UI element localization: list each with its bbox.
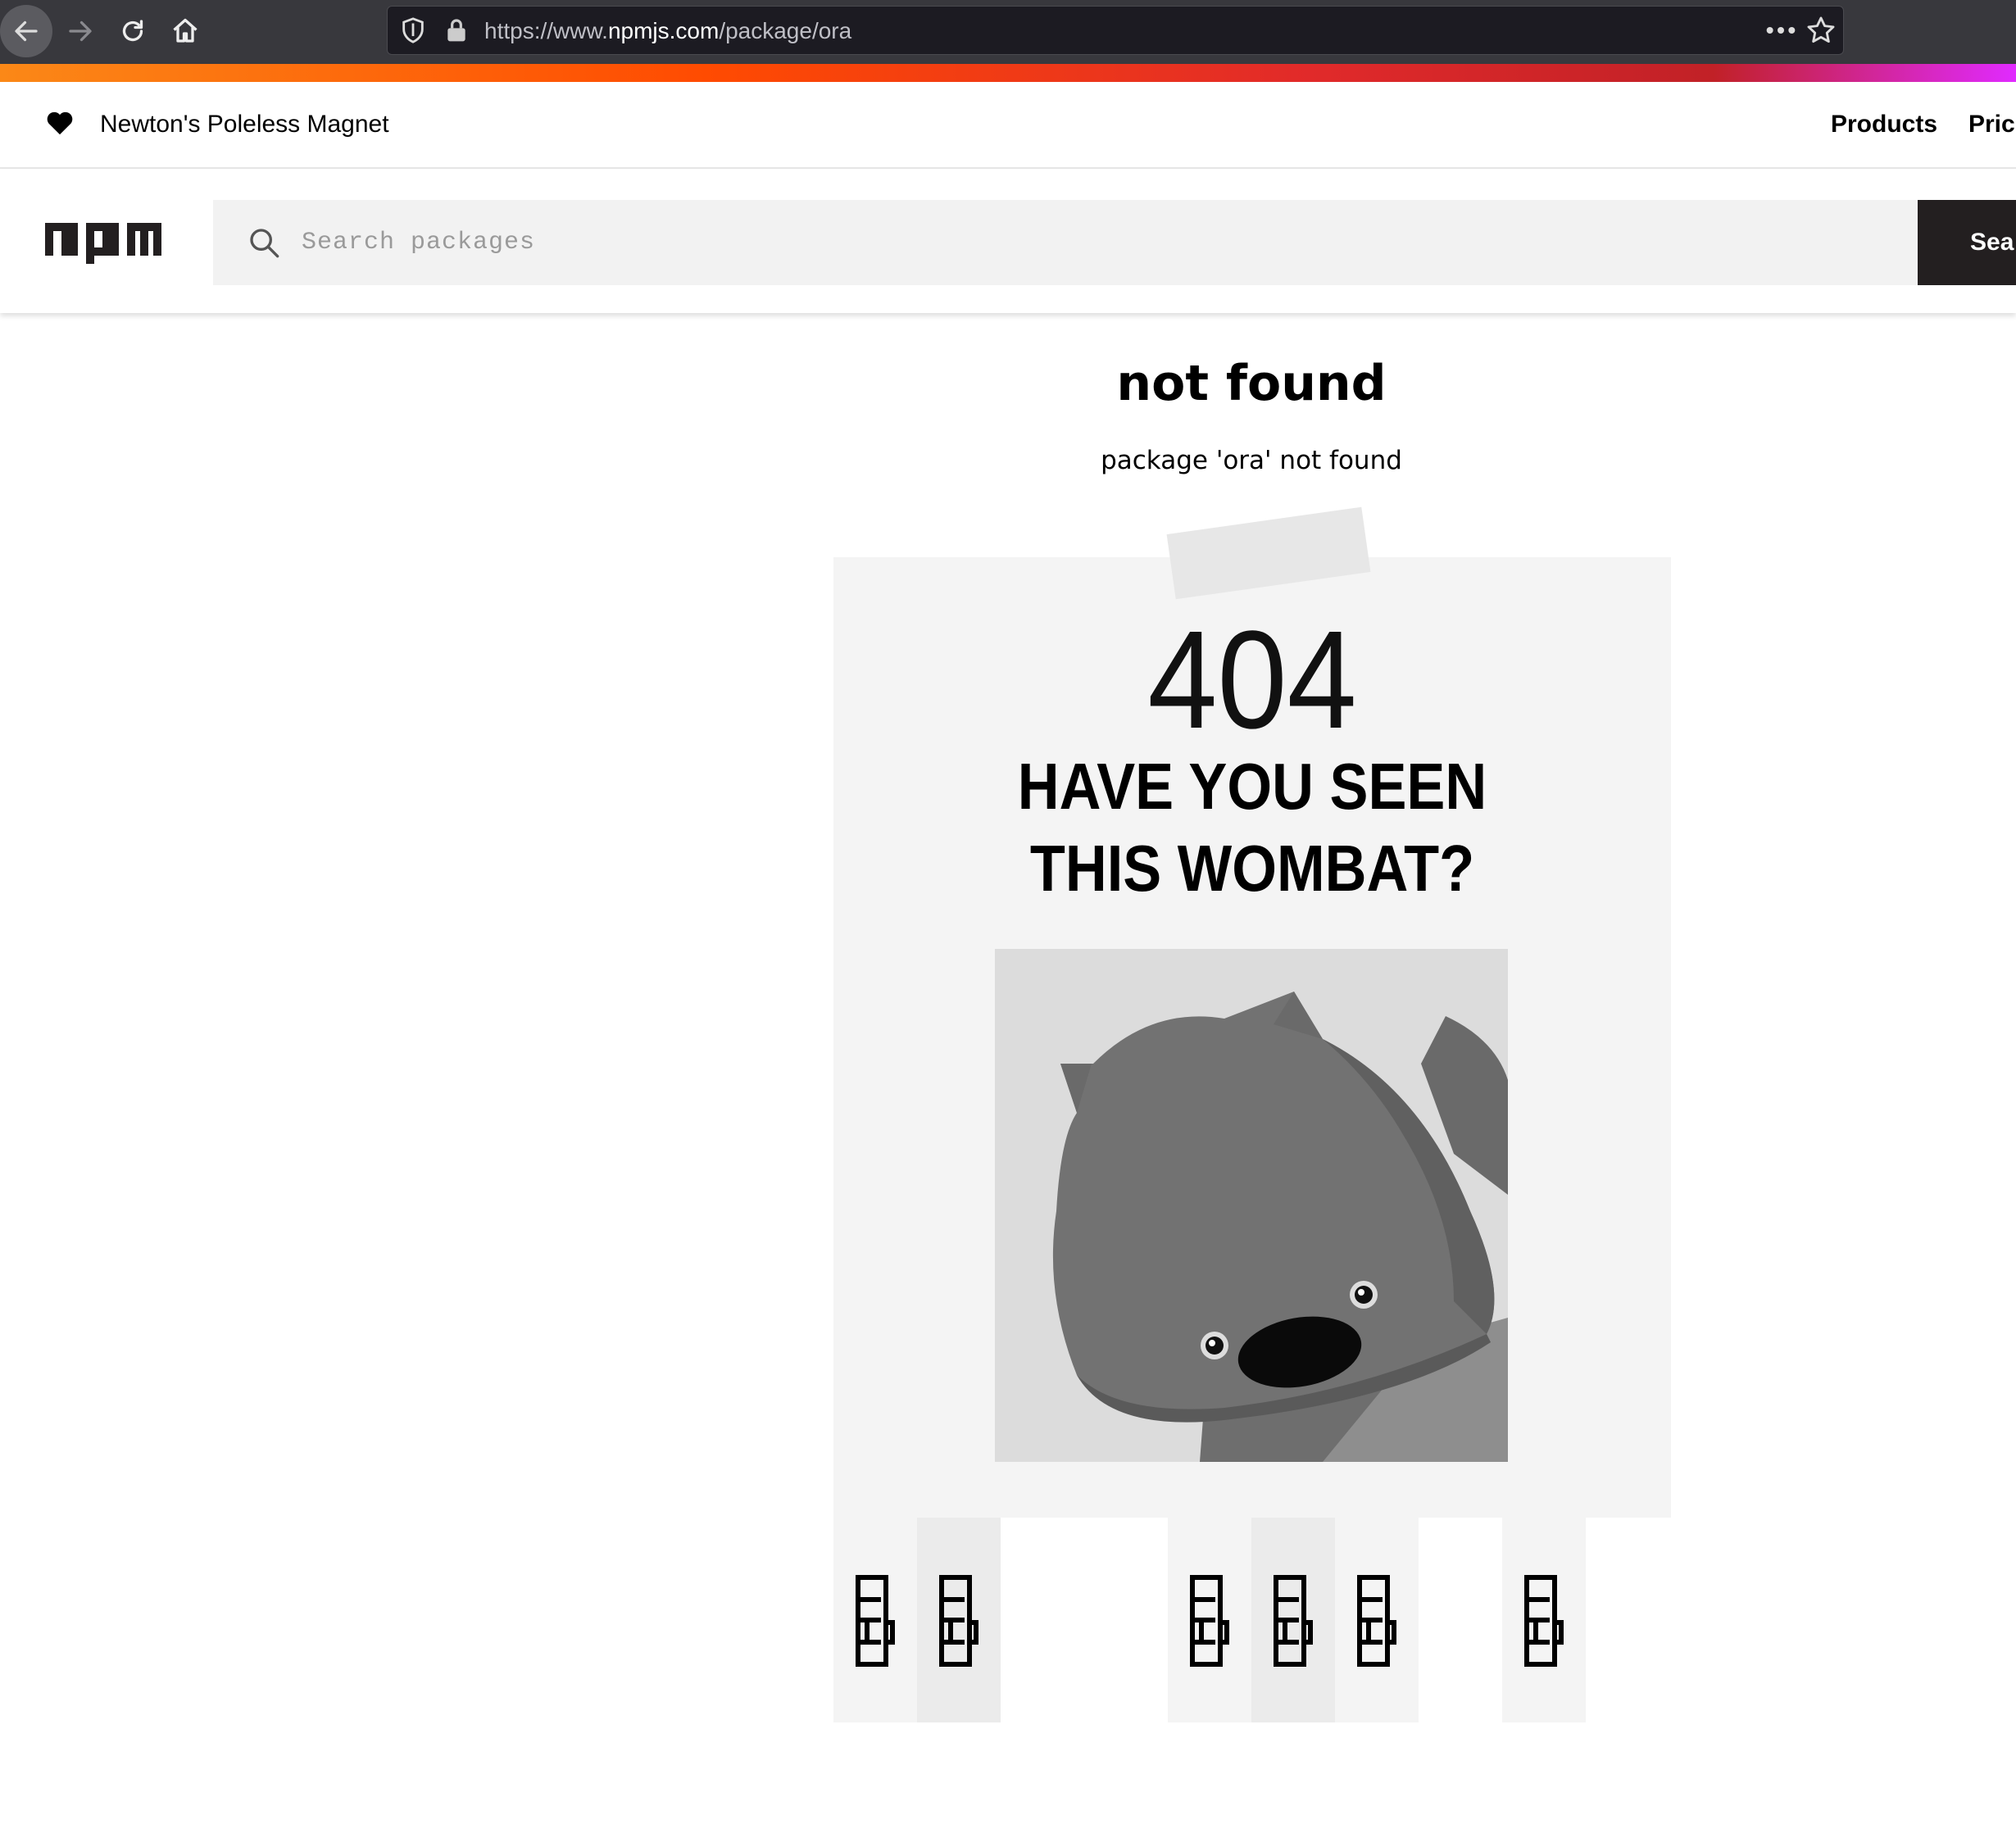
npm-logo[interactable] [45, 223, 161, 267]
nav-pricing[interactable]: Prici [1968, 108, 2016, 141]
npm-tab-glyph-icon [1357, 1575, 1396, 1667]
forward-button[interactable] [54, 5, 107, 57]
search-placeholder: Search packages [302, 229, 536, 256]
url-text[interactable]: https://www.npmjs.com/package/ora [484, 17, 851, 45]
browser-toolbar: https://www.npmjs.com/package/ora [0, 0, 2016, 64]
search-button-label: Sea [1970, 229, 2014, 256]
poster-tab [1502, 1518, 1586, 1722]
error-message: package 'ora' not found [1101, 446, 1402, 475]
headline-line-2: THIS WOMBAT? [1029, 832, 1475, 905]
headline-line-1: HAVE YOU SEEN [1017, 750, 1487, 823]
url-path: /package/ora [719, 18, 852, 43]
poster-tab [917, 1518, 1001, 1722]
tagline-link[interactable]: Newton's Poleless Magnet [100, 108, 389, 141]
url-domain: npmjs.com [607, 18, 720, 43]
address-bar[interactable]: https://www.npmjs.com/package/ora [387, 6, 1844, 55]
reload-icon [122, 20, 143, 42]
poster-tab [1168, 1518, 1251, 1722]
search-icon [250, 229, 279, 258]
npm-tab-glyph-icon [1274, 1575, 1313, 1667]
search-input[interactable]: Search packages [213, 200, 1918, 285]
npm-tab-glyph-icon [1524, 1575, 1564, 1667]
nav-products[interactable]: Products [1831, 108, 1937, 141]
npm-tab-glyph-icon [856, 1575, 895, 1667]
heart-icon [47, 111, 73, 135]
poster-tear-off-tabs [833, 1518, 1671, 1722]
lock-icon[interactable] [443, 16, 470, 44]
page-title: not found [1116, 355, 1387, 412]
search-button[interactable]: Sea [1918, 200, 2016, 285]
back-arrow-icon [15, 20, 38, 42]
npm-tab-glyph-icon [939, 1575, 978, 1667]
bookmark-star-icon[interactable] [1805, 15, 1837, 46]
top-header: Newton's Poleless Magnet Products Prici [0, 82, 2016, 169]
back-button[interactable] [0, 5, 52, 57]
home-icon [173, 18, 198, 43]
forward-arrow-icon [69, 20, 92, 42]
poster-tab [833, 1518, 917, 1722]
wombat-illustration [995, 949, 1508, 1462]
more-dots-icon[interactable] [1764, 16, 1797, 44]
poster-tab [1251, 1518, 1335, 1722]
home-button[interactable] [159, 5, 211, 57]
accent-gradient-bar [0, 64, 2016, 82]
error-code: 404 [1147, 602, 1357, 758]
wombat-icon [1052, 992, 1508, 1462]
shield-icon[interactable] [399, 16, 427, 44]
url-prefix: https://www. [484, 18, 608, 43]
search-header: Search packages Sea [0, 169, 2016, 313]
npm-tab-glyph-icon [1190, 1575, 1229, 1667]
reload-button[interactable] [107, 5, 159, 57]
poster-headline: HAVE YOU SEEN THIS WOMBAT? [883, 746, 1620, 910]
poster-tab [1335, 1518, 1419, 1722]
